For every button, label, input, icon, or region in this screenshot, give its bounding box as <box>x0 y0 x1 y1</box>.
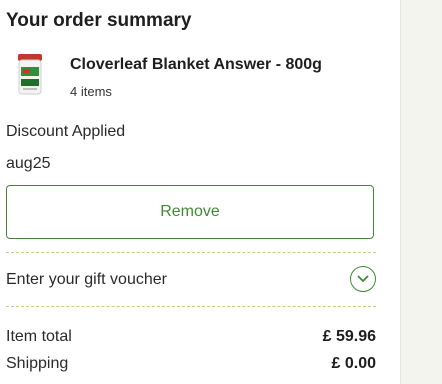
product-tub-icon <box>14 52 46 98</box>
shipping-label: Shipping <box>6 355 69 372</box>
discount-applied-label: Discount Applied <box>6 123 126 140</box>
gift-voucher-label: Enter your gift voucher <box>6 271 167 288</box>
chevron-down-icon[interactable] <box>350 266 376 292</box>
product-quantity: 4 items <box>70 84 112 99</box>
discount-code: aug25 <box>6 155 51 172</box>
shipping-row: Shipping £ 0.00 <box>6 355 376 377</box>
order-product-line: Cloverleaf Blanket Answer - 800g 4 items <box>14 52 384 102</box>
remove-discount-button[interactable]: Remove <box>6 185 374 239</box>
gift-voucher-toggle-row[interactable]: Enter your gift voucher <box>6 262 376 298</box>
order-summary-panel: Your order summary Cloverleaf Blanket An… <box>0 0 400 384</box>
divider <box>6 252 376 253</box>
divider <box>6 306 376 307</box>
item-total-label: Item total <box>6 328 72 345</box>
shipping-value: £ 0.00 <box>331 355 376 372</box>
item-total-row: Item total £ 59.96 <box>6 328 376 350</box>
product-name: Cloverleaf Blanket Answer - 800g <box>70 56 322 73</box>
order-summary-title: Your order summary <box>6 10 192 31</box>
item-total-value: £ 59.96 <box>322 328 376 345</box>
side-panel-background <box>400 0 442 384</box>
